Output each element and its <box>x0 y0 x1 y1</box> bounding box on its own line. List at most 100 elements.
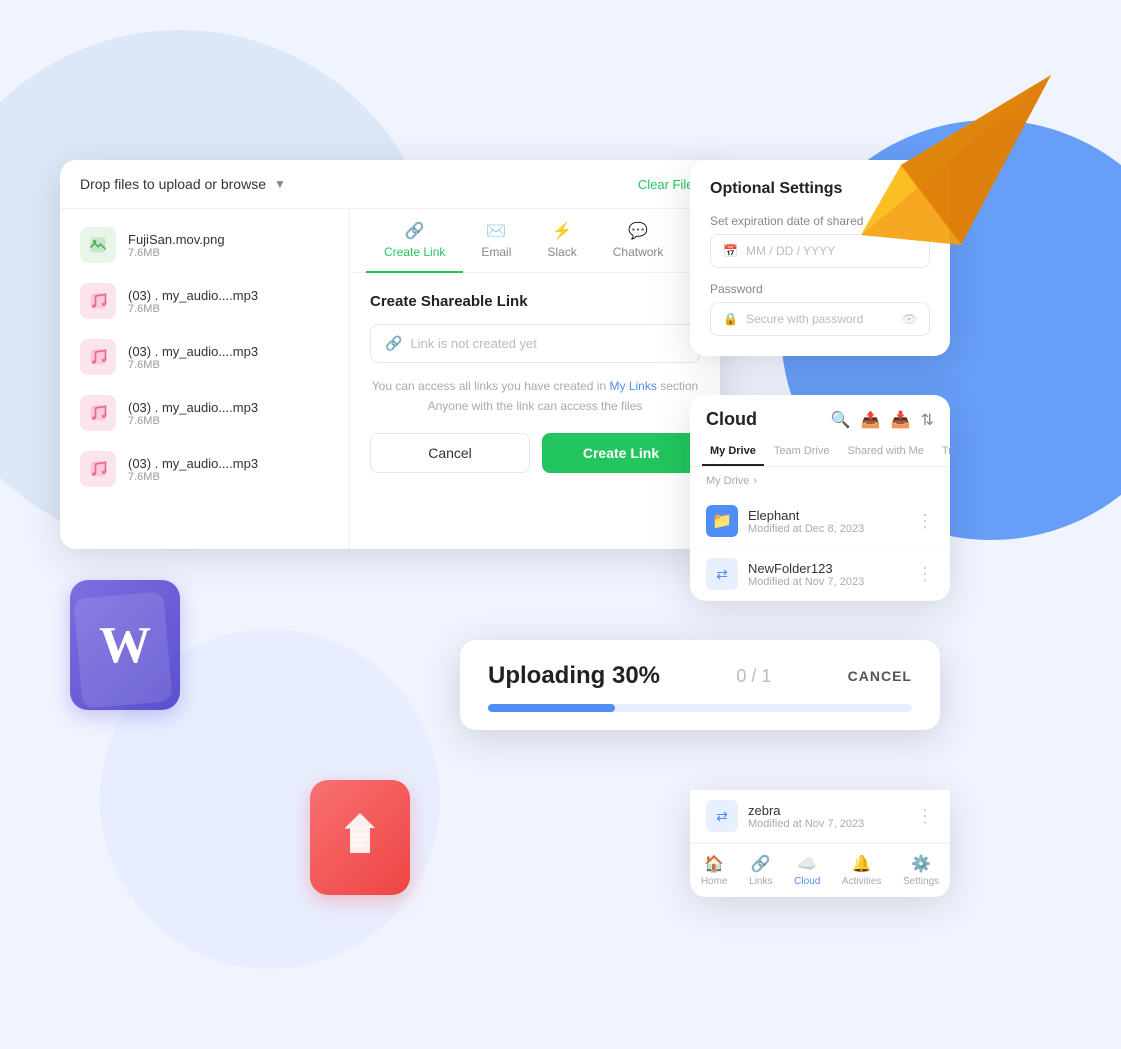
cloud-actions: 🔍 📤 📥 ⇅ <box>831 410 934 430</box>
cloud-tab-my-drive[interactable]: My Drive <box>702 438 764 466</box>
cloud-tab-team-drive[interactable]: Team Drive <box>766 438 838 466</box>
download-icon[interactable]: 📥 <box>891 410 911 430</box>
email-icon: ✉️ <box>486 221 506 241</box>
nav-label-settings: Settings <box>903 876 939 887</box>
tab-slack[interactable]: ⚡ Slack <box>529 209 594 273</box>
nav-label-home: Home <box>701 876 728 887</box>
folder-info: Elephant Modified at Dec 8, 2023 <box>748 508 906 535</box>
lock-icon: 🔒 <box>723 312 738 326</box>
file-size: 7.6MB <box>128 303 329 315</box>
file-size: 7.6MB <box>128 359 329 371</box>
folder-info: NewFolder123 Modified at Nov 7, 2023 <box>748 561 906 588</box>
cloud-tabs: My Drive Team Drive Shared with Me Trash <box>690 438 950 467</box>
tab-slack-label: Slack <box>547 245 576 259</box>
password-input[interactable]: 🔒 Secure with password 👁 <box>710 302 930 336</box>
file-name: (03) . my_audio....mp3 <box>128 456 329 471</box>
file-info: (03) . my_audio....mp3 7.6MB <box>128 344 329 371</box>
info-text-suffix: section <box>660 379 698 393</box>
folder-info: zebra Modified at Nov 7, 2023 <box>748 803 906 830</box>
action-buttons: Cancel Create Link <box>370 433 700 473</box>
eye-icon[interactable]: 👁 <box>902 312 917 326</box>
cloud-breadcrumb: My Drive › <box>690 467 950 495</box>
calendar-icon: 📅 <box>723 244 738 258</box>
tab-email-label: Email <box>481 245 511 259</box>
chatwork-icon: 💬 <box>628 221 648 241</box>
more-options-icon[interactable]: ⋮ <box>916 511 934 532</box>
tab-chatwork-label: Chatwork <box>613 245 664 259</box>
cancel-button[interactable]: Cancel <box>370 433 530 473</box>
progress-bar-background <box>488 704 912 712</box>
file-size: 7.6MB <box>128 471 329 483</box>
upload-bar-top: Uploading 30% 0 / 1 CANCEL <box>488 662 912 690</box>
sort-icon[interactable]: ⇅ <box>921 410 934 430</box>
cloud-panel-bottom: ⇄ zebra Modified at Nov 7, 2023 ⋮ 🏠 Home… <box>690 790 950 897</box>
folder-item-elephant[interactable]: 📁 Elephant Modified at Dec 8, 2023 ⋮ <box>690 495 950 548</box>
file-icon-audio <box>80 339 116 375</box>
folder-icon-share: ⇄ <box>706 800 738 832</box>
nav-item-cloud[interactable]: ☁️ Cloud <box>794 854 820 887</box>
file-info: (03) . my_audio....mp3 7.6MB <box>128 400 329 427</box>
cloud-tab-shared[interactable]: Shared with Me <box>839 438 931 466</box>
nav-label-links: Links <box>749 876 772 887</box>
nav-item-settings[interactable]: ⚙️ Settings <box>903 854 939 887</box>
panel-header: Drop files to upload or browse ▼ Clear F… <box>60 160 720 209</box>
file-icon-audio <box>80 451 116 487</box>
folder-name: zebra <box>748 803 906 818</box>
cloud-panel: Cloud 🔍 📤 📥 ⇅ My Drive Team Drive Shared… <box>690 395 950 601</box>
anyone-access-text: Anyone with the link can access the file… <box>370 399 700 413</box>
tab-create-link[interactable]: 🔗 Create Link <box>366 209 463 273</box>
nav-item-home[interactable]: 🏠 Home <box>701 854 728 887</box>
nav-item-activities[interactable]: 🔔 Activities <box>842 854 881 887</box>
folder-date: Modified at Nov 7, 2023 <box>748 576 906 588</box>
tabs-navigation: 🔗 Create Link ✉️ Email ⚡ Slack 💬 Chatwor… <box>350 209 720 273</box>
file-info: (03) . my_audio....mp3 7.6MB <box>128 456 329 483</box>
upload-cancel-button[interactable]: CANCEL <box>848 668 912 684</box>
my-links-link[interactable]: My Links <box>610 379 657 393</box>
search-icon[interactable]: 🔍 <box>831 410 851 430</box>
file-name: (03) . my_audio....mp3 <box>128 288 329 303</box>
create-link-content: Create Shareable Link 🔗 Link is not crea… <box>350 273 720 493</box>
file-icon-image <box>80 227 116 263</box>
settings-icon: ⚙️ <box>911 854 931 874</box>
file-info: (03) . my_audio....mp3 7.6MB <box>128 288 329 315</box>
folder-item-zebra[interactable]: ⇄ zebra Modified at Nov 7, 2023 ⋮ <box>690 790 950 843</box>
home-icon: 🏠 <box>704 854 724 874</box>
tab-email[interactable]: ✉️ Email <box>463 209 529 273</box>
slack-icon: ⚡ <box>552 221 572 241</box>
breadcrumb-my-drive[interactable]: My Drive <box>706 475 749 487</box>
create-link-title: Create Shareable Link <box>370 293 700 310</box>
word-file-icon: W <box>70 580 200 730</box>
file-info: FujiSan.mov.png 7.6MB <box>128 232 329 259</box>
drop-files-label: Drop files to upload or browse <box>80 176 266 192</box>
upload-icon[interactable]: 📤 <box>861 410 881 430</box>
list-item: FujiSan.mov.png 7.6MB <box>60 217 349 273</box>
file-icon-audio <box>80 283 116 319</box>
upload-count: 0 / 1 <box>736 666 771 687</box>
list-item: (03) . my_audio....mp3 7.6MB <box>60 385 349 441</box>
folder-date: Modified at Nov 7, 2023 <box>748 818 906 830</box>
chevron-down-icon: ▼ <box>274 177 286 191</box>
link-input-box[interactable]: 🔗 Link is not created yet <box>370 324 700 363</box>
nav-item-links[interactable]: 🔗 Links <box>749 854 772 887</box>
list-item: (03) . my_audio....mp3 7.6MB <box>60 441 349 497</box>
cloud-header: Cloud 🔍 📤 📥 ⇅ <box>690 395 950 438</box>
file-list: FujiSan.mov.png 7.6MB (03) . my_audio...… <box>60 209 350 549</box>
folder-item-newfolder[interactable]: ⇄ NewFolder123 Modified at Nov 7, 2023 ⋮ <box>690 548 950 601</box>
link-placeholder-text: Link is not created yet <box>410 336 536 351</box>
more-options-icon[interactable]: ⋮ <box>916 806 934 827</box>
folder-icon-blue: 📁 <box>706 505 738 537</box>
upload-percent-label: Uploading 30% <box>488 662 660 690</box>
more-options-icon[interactable]: ⋮ <box>916 564 934 585</box>
cloud-icon: ☁️ <box>797 854 817 874</box>
link-icon: 🔗 <box>405 221 425 241</box>
cloud-tab-trash[interactable]: Trash <box>934 438 950 466</box>
file-name: (03) . my_audio....mp3 <box>128 400 329 415</box>
drop-files-button[interactable]: Drop files to upload or browse ▼ <box>80 176 286 192</box>
info-text-links: You can access all links you have create… <box>370 379 700 393</box>
tab-chatwork[interactable]: 💬 Chatwork <box>595 209 682 273</box>
main-upload-panel: Drop files to upload or browse ▼ Clear F… <box>60 160 720 549</box>
panel-body: FujiSan.mov.png 7.6MB (03) . my_audio...… <box>60 209 720 549</box>
create-link-button[interactable]: Create Link <box>542 433 700 473</box>
password-placeholder: Secure with password <box>746 312 863 326</box>
paper-plane-decoration <box>841 55 1061 255</box>
